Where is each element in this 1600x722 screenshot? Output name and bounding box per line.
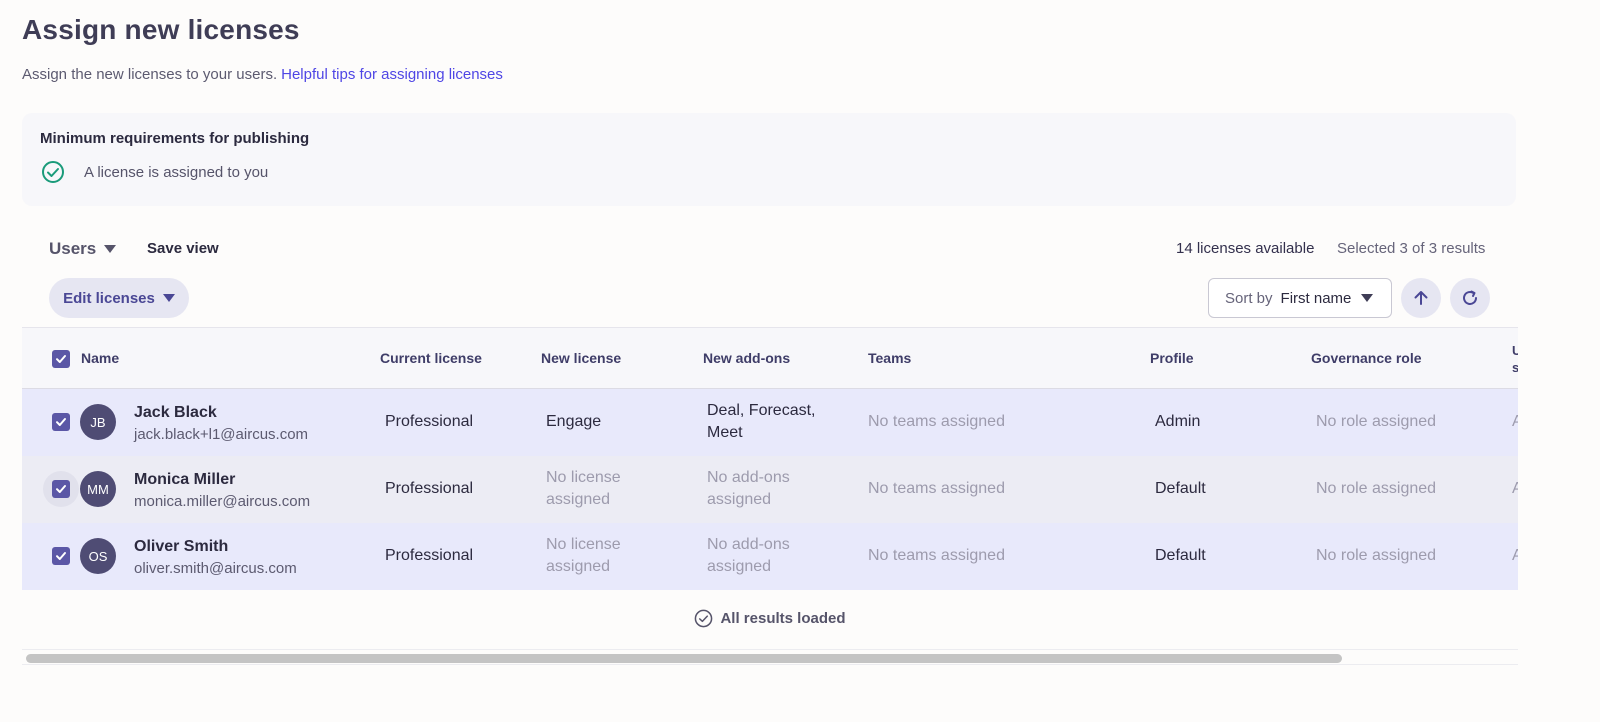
cut-off-cell: A	[1512, 480, 1518, 497]
refresh-icon	[1463, 290, 1477, 305]
new-addons-line: assigned	[707, 558, 772, 575]
users-table: Name Current license New license New add…	[22, 327, 1518, 665]
page-title: Assign new licenses	[22, 14, 300, 45]
new-license-cell[interactable]: Engage	[546, 411, 601, 433]
new-license-line: No license	[546, 536, 621, 553]
new-addons-line: No add-ons	[707, 536, 790, 553]
current-license-cell: Professional	[385, 547, 474, 564]
selected-count: Selected 3 of 3 results	[1337, 240, 1486, 257]
sort-value: First name	[1280, 289, 1352, 307]
teams-cell[interactable]: No teams assigned	[868, 411, 1005, 433]
sort-select[interactable]: Sort by First name	[1208, 278, 1392, 318]
view-dropdown[interactable]: Users	[49, 239, 117, 259]
table-row[interactable]: OS Oliver Smith oliver.smith@aircus.com …	[22, 523, 1518, 590]
results-loaded-text: All results loaded	[720, 610, 846, 627]
user-email: jack.black+l1@aircus.com	[134, 426, 309, 443]
profile-cell[interactable]: Admin	[1155, 411, 1200, 433]
checkmark-icon	[56, 552, 66, 560]
scrollbar-thumb[interactable]	[26, 654, 1342, 663]
row-checkbox[interactable]	[52, 413, 70, 431]
governance-role-cell[interactable]: No role assigned	[1316, 411, 1436, 433]
sort-direction-button[interactable]	[1401, 278, 1441, 318]
table-row[interactable]: MM Monica Miller monica.miller@aircus.co…	[22, 456, 1518, 523]
user-name: Monica Miller	[134, 471, 236, 488]
requirements-title: Minimum requirements for publishing	[40, 130, 310, 147]
user-name: Oliver Smith	[134, 538, 229, 555]
sort-label: Sort by	[1225, 289, 1273, 307]
licenses-available: 14 licenses available	[1176, 240, 1315, 257]
avatar: MM	[80, 471, 116, 507]
profile-cell[interactable]: Default	[1155, 545, 1206, 567]
current-license-cell: Professional	[385, 480, 474, 497]
new-addons-cell[interactable]: Deal, Forecast, Meet	[707, 400, 815, 444]
new-license-line: assigned	[546, 491, 611, 508]
new-license-cell[interactable]: No license assigned	[546, 467, 621, 511]
new-addons-cell[interactable]: No add-ons assigned	[707, 467, 790, 511]
edit-licenses-button[interactable]: Edit licenses	[49, 278, 189, 318]
profile-cell[interactable]: Default	[1155, 478, 1206, 500]
subtitle-text: Assign the new licenses to your users.	[22, 66, 278, 83]
cut-off-header-line: U	[1512, 343, 1518, 358]
cut-off-cell: A	[1512, 547, 1518, 564]
caret-down-icon	[1361, 294, 1374, 302]
requirement-item: A license is assigned to you	[84, 164, 269, 181]
column-header-new-license[interactable]: New license	[541, 350, 621, 366]
governance-role-cell[interactable]: No role assigned	[1316, 545, 1436, 567]
caret-down-icon	[104, 245, 117, 253]
column-header-governance-role[interactable]: Governance role	[1311, 350, 1422, 366]
new-license-line: No license	[546, 469, 621, 486]
save-view-button[interactable]: Save view	[147, 240, 219, 257]
new-addons-line: Deal, Forecast,	[707, 402, 816, 419]
arrow-up-icon	[1414, 291, 1428, 305]
avatar: OS	[80, 538, 116, 574]
cut-off-cell: A	[1512, 413, 1518, 430]
page-subtitle: Assign the new licenses to your users. He…	[22, 66, 503, 83]
results-loaded-status: All results loaded	[22, 609, 1518, 628]
edit-licenses-label: Edit licenses	[63, 289, 155, 307]
column-header-name[interactable]: Name	[81, 350, 119, 366]
new-addons-line: Meet	[707, 424, 743, 441]
requirements-panel: Minimum requirements for publishing A li…	[22, 113, 1516, 206]
column-header-cut-off[interactable]: U st	[1512, 342, 1518, 376]
help-link[interactable]: Helpful tips for assigning licenses	[281, 66, 503, 83]
select-all-checkbox[interactable]	[52, 350, 70, 368]
cut-off-header-line: st	[1512, 360, 1518, 375]
current-license-cell: Professional	[385, 413, 474, 430]
checkmark-icon	[56, 355, 66, 363]
column-header-current-license[interactable]: Current license	[380, 350, 482, 366]
refresh-button[interactable]	[1450, 278, 1490, 318]
user-email: oliver.smith@aircus.com	[134, 560, 297, 577]
teams-cell[interactable]: No teams assigned	[868, 545, 1005, 567]
new-license-cell[interactable]: No license assigned	[546, 534, 621, 578]
new-addons-cell[interactable]: No add-ons assigned	[707, 534, 790, 578]
row-checkbox[interactable]	[52, 480, 70, 498]
column-header-profile[interactable]: Profile	[1150, 350, 1194, 366]
user-email: monica.miller@aircus.com	[134, 493, 311, 510]
teams-cell[interactable]: No teams assigned	[868, 478, 1005, 500]
column-header-teams[interactable]: Teams	[868, 350, 911, 366]
check-circle-icon	[42, 161, 64, 183]
caret-down-icon	[162, 294, 175, 302]
user-name: Jack Black	[134, 404, 217, 421]
checkmark-icon	[56, 418, 66, 426]
row-checkbox[interactable]	[52, 547, 70, 565]
new-addons-line: assigned	[707, 491, 772, 508]
checkmark-icon	[56, 485, 66, 493]
new-addons-line: No add-ons	[707, 469, 790, 486]
column-header-new-addons[interactable]: New add-ons	[703, 350, 790, 366]
avatar: JB	[80, 404, 116, 440]
new-license-line: assigned	[546, 558, 611, 575]
check-circle-icon	[695, 609, 713, 628]
table-row[interactable]: JB Jack Black jack.black+l1@aircus.com P…	[22, 389, 1518, 456]
governance-role-cell[interactable]: No role assigned	[1316, 478, 1436, 500]
view-dropdown-label: Users	[49, 239, 97, 258]
table-header: Name Current license New license New add…	[22, 327, 1518, 389]
horizontal-scrollbar[interactable]	[22, 649, 1518, 665]
